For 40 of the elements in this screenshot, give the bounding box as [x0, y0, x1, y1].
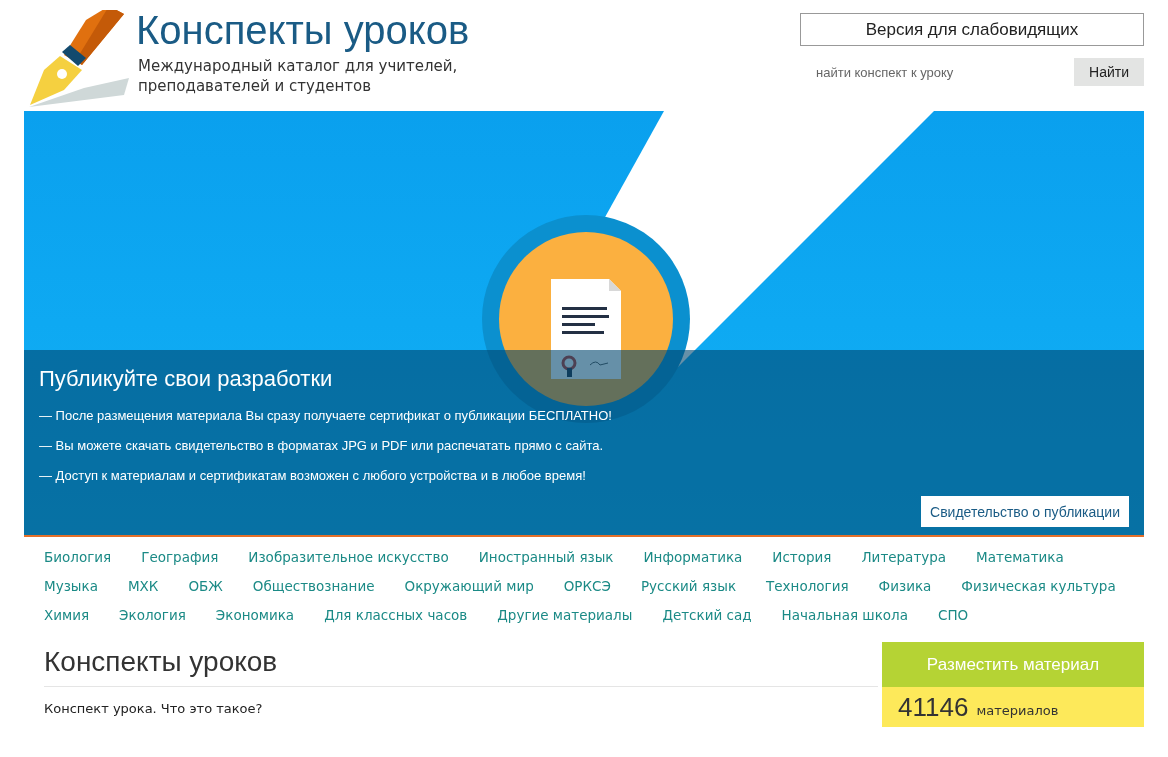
subject-link[interactable]: Обществознание	[252, 572, 375, 601]
certificate-button[interactable]: Свидетельство о публикации	[921, 496, 1129, 527]
subject-link[interactable]: Изобразительное искусство	[248, 543, 449, 572]
subject-link[interactable]: Экономика	[215, 601, 295, 630]
subject-link[interactable]: Физическая культура	[961, 572, 1116, 601]
section-heading: Конспекты уроков	[44, 642, 878, 687]
site-title[interactable]: Конспекты уроков	[136, 8, 470, 52]
site-subtitle: преподавателей и студентов	[138, 76, 372, 96]
subject-link[interactable]: История	[772, 543, 832, 572]
subject-link[interactable]: Другие материалы	[497, 601, 633, 630]
banner-point: — После размещения материала Вы сразу получаете сертификат о публикации БЕСПЛАТНО!	[39, 407, 613, 425]
subject-link[interactable]: География	[141, 543, 219, 572]
material-count-label: материалов	[976, 701, 1059, 718]
subject-link[interactable]: Литература	[861, 543, 947, 572]
subject-link[interactable]: Математика	[976, 543, 1064, 572]
accessibility-button[interactable]: Версия для слабовидящих	[800, 13, 1144, 46]
subject-link[interactable]: Детский сад	[662, 601, 752, 630]
intro-text: Конспект урока. Что это такое?	[44, 700, 264, 716]
banner-point: — Доступ к материалам и сертификатам возможен с любого устройства и в любое время!	[39, 467, 587, 485]
material-count: 41146	[898, 691, 969, 723]
subject-link[interactable]: Химия	[44, 601, 90, 630]
subject-link[interactable]: Иностранный язык	[478, 543, 614, 572]
banner-point: — Вы можете скачать свидетельство в форматах JPG и PDF или распечатать прямо с сайта.	[39, 437, 605, 455]
banner-heading: Публикуйте свои разработки	[39, 366, 334, 392]
subject-link[interactable]: Экология	[119, 601, 186, 630]
site-subtitle: Международный каталог для учителей,	[138, 56, 459, 76]
subject-link[interactable]: ОБЖ	[188, 572, 223, 601]
subject-link[interactable]: Русский язык	[640, 572, 737, 601]
subject-link[interactable]: Музыка	[44, 572, 98, 601]
subject-link[interactable]: МХК	[127, 572, 159, 601]
subject-link[interactable]: Начальная школа	[781, 601, 908, 630]
subject-link[interactable]: Физика	[878, 572, 932, 601]
subject-link[interactable]: Окружающий мир	[404, 572, 534, 601]
subject-link[interactable]: СПО	[938, 601, 969, 630]
subject-link[interactable]: Для классных часов	[324, 601, 468, 630]
subject-link[interactable]: Технология	[766, 572, 849, 601]
subject-link[interactable]: ОРКСЭ	[563, 572, 611, 601]
subject-link[interactable]: Биология	[44, 543, 112, 572]
search-button[interactable]: Найти	[1074, 58, 1144, 86]
subject-link[interactable]: Информатика	[643, 543, 743, 572]
